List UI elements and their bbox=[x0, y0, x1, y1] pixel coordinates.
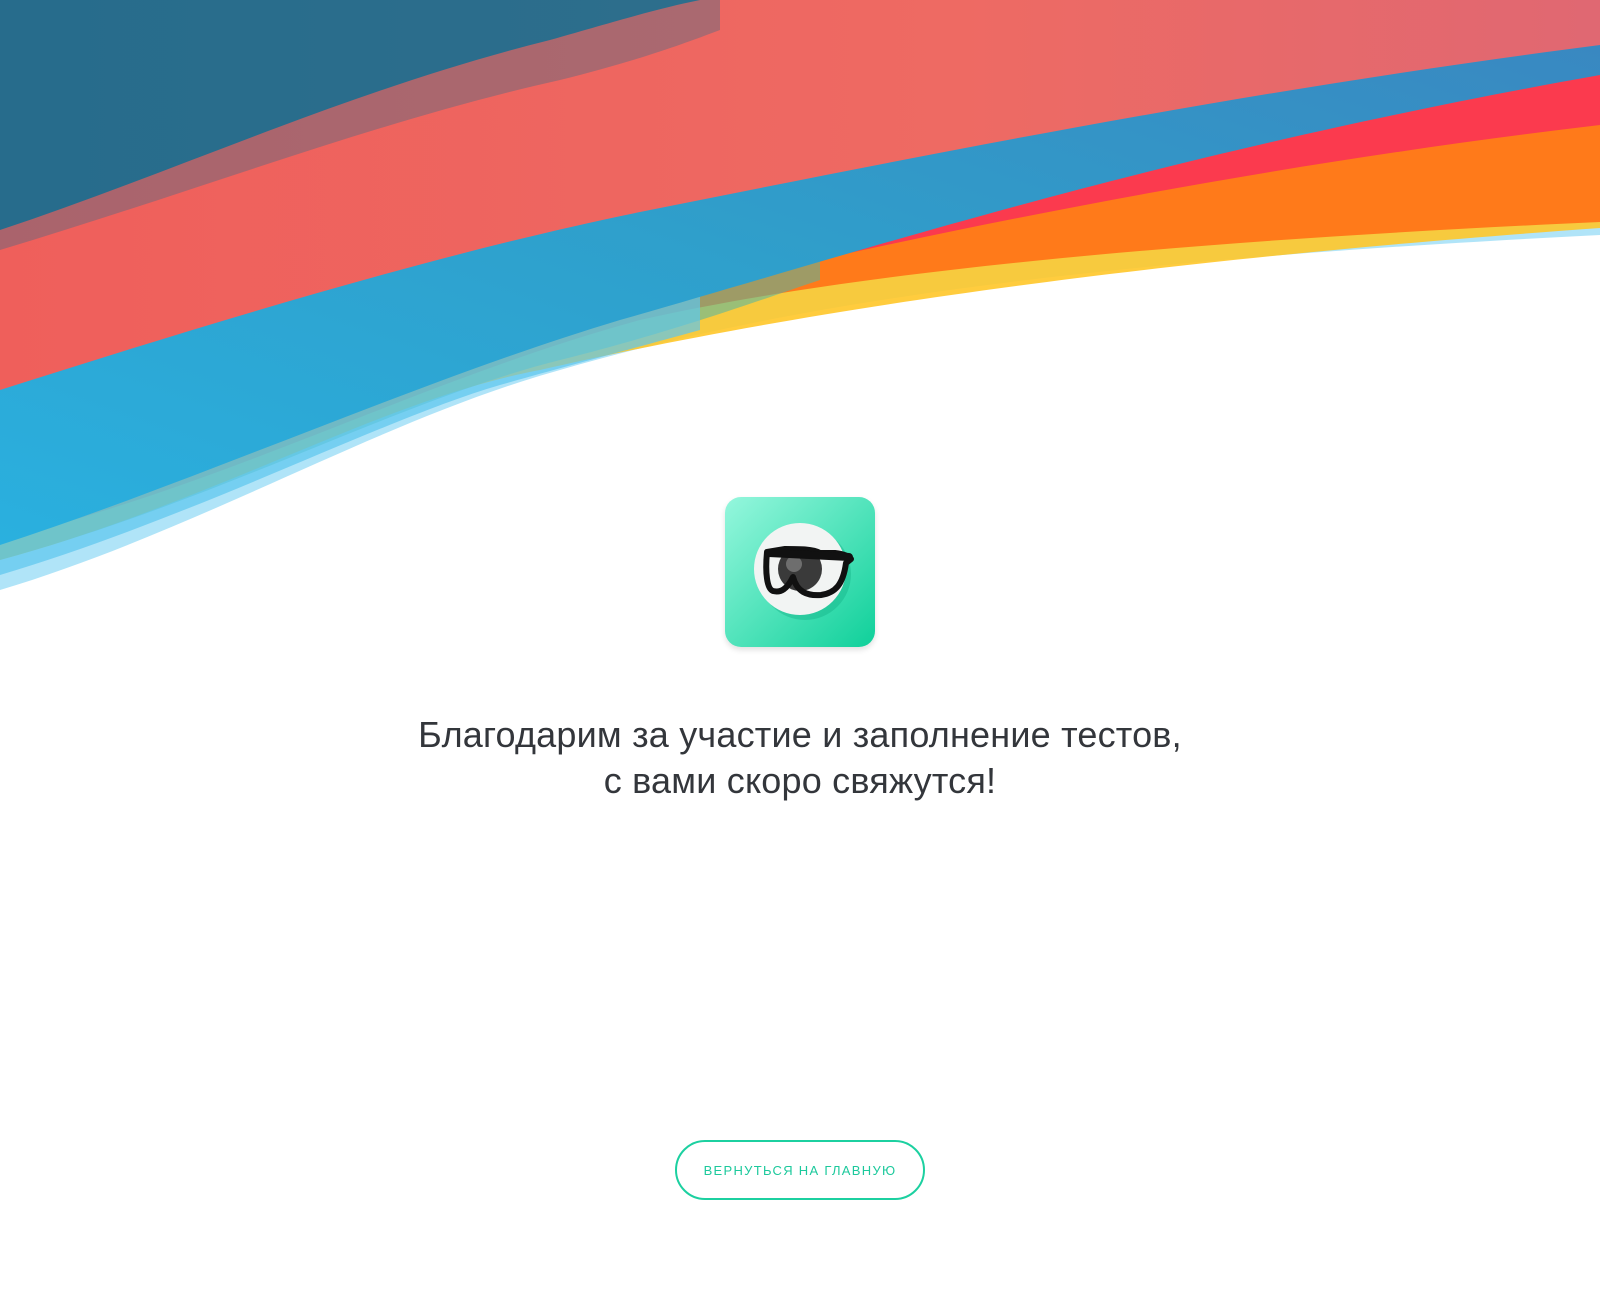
return-home-button[interactable]: Вернуться на главную bbox=[675, 1140, 925, 1200]
thank-you-message: Благодарим за участие и заполнение тесто… bbox=[300, 712, 1300, 804]
eye-glasses-icon bbox=[725, 497, 875, 647]
thank-you-line-2: с вами скоро свяжутся! bbox=[603, 760, 997, 801]
app-logo bbox=[725, 497, 875, 647]
thank-you-line-1: Благодарим за участие и заполнение тесто… bbox=[418, 714, 1182, 755]
